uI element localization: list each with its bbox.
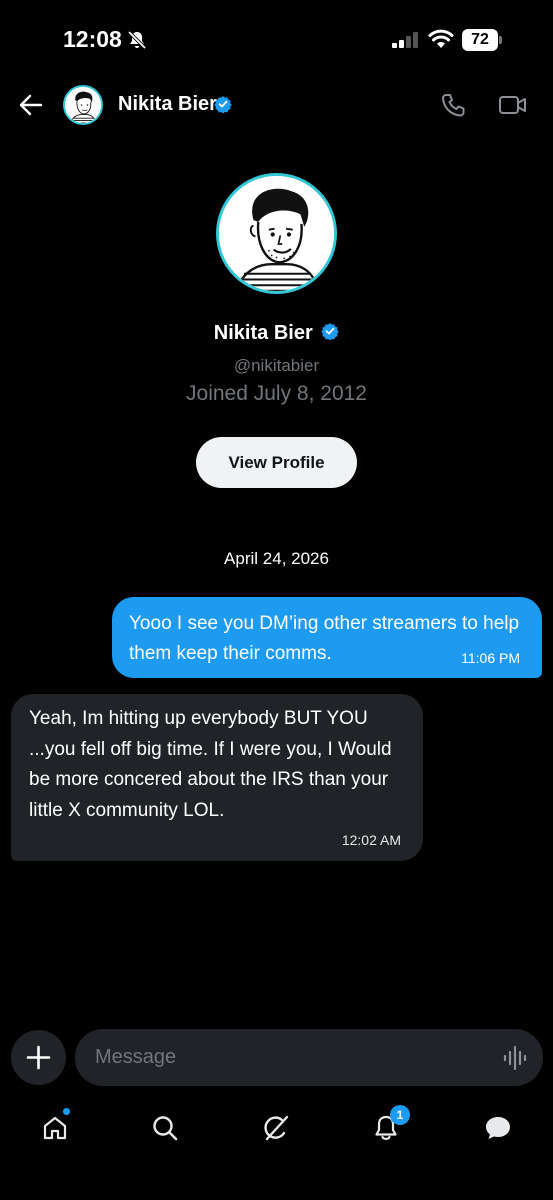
tab-messages[interactable] xyxy=(477,1108,517,1148)
tab-home[interactable] xyxy=(35,1107,75,1148)
battery-icon: 72 xyxy=(462,29,502,51)
view-profile-button[interactable]: View Profile xyxy=(196,437,357,488)
status-bar: 12:08 72 xyxy=(0,0,553,80)
bell-off-icon xyxy=(127,30,147,55)
battery-level: 72 xyxy=(471,31,489,48)
messages-icon xyxy=(486,1117,510,1139)
notification-badge: 1 xyxy=(390,1105,410,1125)
plus-icon xyxy=(26,1045,51,1070)
date-separator: April 24, 2026 xyxy=(224,549,329,568)
message-input[interactable] xyxy=(95,1029,485,1086)
home-icon xyxy=(43,1116,67,1140)
phone-icon[interactable] xyxy=(440,92,466,123)
profile-name: Nikita Bier xyxy=(213,322,313,344)
profile-avatar[interactable] xyxy=(216,173,337,294)
incoming-message[interactable]: Yeah, Im hitting up everybody BUT YOU ..… xyxy=(11,694,423,861)
grok-icon xyxy=(264,1115,289,1141)
home-indicator-dot xyxy=(62,1107,71,1116)
search-icon xyxy=(153,1116,178,1141)
tab-search[interactable] xyxy=(145,1108,185,1148)
bottom-tab-bar: 1 xyxy=(0,1100,553,1156)
message-composer xyxy=(75,1029,543,1086)
header-name[interactable]: Nikita Bier xyxy=(118,93,217,116)
tab-notifications[interactable]: 1 xyxy=(366,1105,410,1148)
voice-waveform-icon[interactable] xyxy=(502,1045,528,1076)
video-icon[interactable] xyxy=(498,94,528,121)
outgoing-message[interactable]: Yooo I see you DM’ing other streamers to… xyxy=(112,597,542,678)
status-time: 12:08 xyxy=(63,26,122,52)
message-time: 12:02 AM xyxy=(341,832,401,848)
avatar[interactable] xyxy=(63,85,103,125)
conversation-header: Nikita Bier xyxy=(0,80,553,132)
profile-name-row: Nikita Bier xyxy=(0,322,553,345)
tab-grok[interactable] xyxy=(256,1108,296,1148)
verified-badge-icon xyxy=(214,95,232,118)
message-text: Yeah, Im hitting up everybody BUT YOU ..… xyxy=(29,708,392,821)
signal-icon xyxy=(392,32,420,53)
add-attachment-button[interactable] xyxy=(11,1030,66,1085)
wifi-icon xyxy=(428,29,454,54)
verified-badge-icon xyxy=(321,322,339,345)
back-arrow-icon[interactable] xyxy=(18,93,44,122)
message-time: 11:06 PM xyxy=(461,650,520,666)
profile-handle: @nikitabier xyxy=(233,356,320,375)
profile-joined-date: Joined July 8, 2012 xyxy=(186,382,367,405)
